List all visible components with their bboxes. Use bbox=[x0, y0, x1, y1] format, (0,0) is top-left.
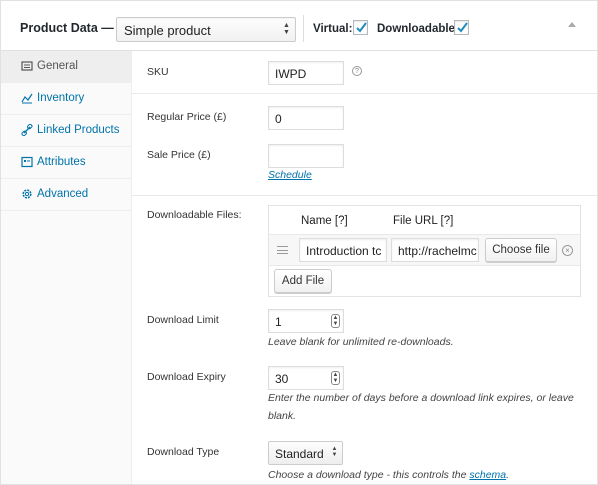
regular-price-input[interactable]: 0 bbox=[268, 106, 344, 130]
select-arrows-icon: ▲ ▼ bbox=[331, 446, 338, 458]
collapse-toggle-icon[interactable] bbox=[568, 22, 576, 27]
download-expiry-desc-line2: blank. bbox=[268, 410, 297, 422]
regular-price-value: 0 bbox=[275, 112, 282, 126]
download-type-description: Choose a download type - this controls t… bbox=[268, 466, 588, 484]
link-icon bbox=[21, 123, 33, 137]
product-data-tabs: General Inventory Linked Products Attrib… bbox=[1, 51, 132, 484]
gear-icon bbox=[21, 188, 33, 200]
checkmark-icon bbox=[457, 22, 468, 33]
download-expiry-desc-line1: Enter the number of days before a downlo… bbox=[268, 392, 574, 404]
tab-label: Linked Products bbox=[37, 124, 120, 136]
tab-inventory[interactable]: Inventory bbox=[1, 83, 131, 115]
sku-value: IWPD bbox=[275, 67, 307, 81]
col-url-header: File URL [?] bbox=[393, 215, 454, 227]
tab-label: Attributes bbox=[37, 156, 86, 168]
virtual-checkbox[interactable] bbox=[353, 20, 368, 35]
virtual-label: Virtual: bbox=[313, 23, 353, 35]
sku-label: SKU bbox=[147, 66, 169, 78]
panel-title: Product Data — bbox=[20, 21, 114, 35]
download-expiry-description: Enter the number of days before a downlo… bbox=[268, 389, 588, 425]
inventory-icon bbox=[21, 92, 33, 104]
drag-handle-icon[interactable] bbox=[277, 246, 288, 254]
stepper-icon[interactable]: ▲ ▼ bbox=[331, 371, 340, 385]
tab-label: Inventory bbox=[37, 92, 85, 104]
download-expiry-value: 30 bbox=[275, 372, 289, 386]
download-type-label: Download Type bbox=[147, 446, 220, 458]
schema-link[interactable]: schema bbox=[469, 469, 506, 481]
tab-label: Advanced bbox=[37, 188, 89, 200]
download-limit-label: Download Limit bbox=[147, 314, 219, 326]
file-name-value: Introduction tc bbox=[306, 244, 382, 258]
download-type-desc-prefix: Choose a download type - this controls t… bbox=[268, 469, 470, 481]
remove-file-icon[interactable]: × bbox=[562, 245, 573, 256]
download-limit-value: 1 bbox=[275, 315, 282, 329]
section-divider bbox=[132, 195, 597, 196]
stepper-icon[interactable]: ▲ ▼ bbox=[331, 314, 340, 328]
file-url-value: http://rachelmc bbox=[398, 244, 477, 258]
downloadable-label: Downloadable: bbox=[377, 23, 459, 35]
tab-advanced[interactable]: Advanced bbox=[1, 179, 131, 211]
select-arrows-icon: ▲ ▼ bbox=[283, 22, 290, 36]
download-file-row: Introduction tc http://rachelmc Choose f… bbox=[269, 234, 580, 266]
regular-price-label: Regular Price (£) bbox=[147, 111, 227, 123]
add-file-button[interactable]: Add File bbox=[274, 269, 332, 293]
product-type-select[interactable]: Simple product ▲ ▼ bbox=[116, 17, 296, 42]
tab-label: General bbox=[37, 60, 78, 72]
sku-help-icon[interactable]: ? bbox=[352, 66, 362, 76]
file-name-input[interactable]: Introduction tc bbox=[299, 238, 387, 262]
general-icon bbox=[21, 60, 33, 72]
downloadable-checkbox[interactable] bbox=[454, 20, 469, 35]
product-type-value: Simple product bbox=[124, 23, 211, 38]
download-type-desc-suffix: . bbox=[506, 469, 510, 481]
file-url-input[interactable]: http://rachelmc bbox=[391, 238, 479, 262]
tab-general[interactable]: General bbox=[1, 51, 131, 83]
download-expiry-input[interactable]: 30 ▲ ▼ bbox=[268, 366, 344, 390]
product-data-header: Product Data — Simple product ▲ ▼ Virtual… bbox=[1, 1, 597, 51]
checkmark-icon bbox=[356, 22, 367, 33]
sku-input[interactable]: IWPD bbox=[268, 61, 344, 85]
download-expiry-label: Download Expiry bbox=[147, 371, 226, 383]
section-divider bbox=[132, 93, 597, 94]
downloadable-files-label: Downloadable Files: bbox=[147, 209, 242, 221]
header-divider bbox=[303, 15, 304, 42]
sale-price-input[interactable] bbox=[268, 144, 344, 168]
download-limit-description: Leave blank for unlimited re-downloads. bbox=[268, 336, 454, 348]
general-panel: SKU IWPD ? Regular Price (£) 0 Sale Pric… bbox=[132, 51, 597, 484]
product-data-panel: Product Data — Simple product ▲ ▼ Virtual… bbox=[0, 0, 598, 485]
download-type-select[interactable]: Standard ▲ ▼ bbox=[268, 441, 343, 465]
download-type-value: Standard bbox=[275, 447, 324, 461]
tab-linked-products[interactable]: Linked Products bbox=[1, 115, 131, 147]
attributes-icon bbox=[21, 156, 33, 168]
downloadable-files-table: Name [?] File URL [?] Introduction tc ht… bbox=[268, 205, 581, 297]
choose-file-button[interactable]: Choose file bbox=[485, 238, 557, 262]
tab-attributes[interactable]: Attributes bbox=[1, 147, 131, 179]
sale-price-label: Sale Price (£) bbox=[147, 149, 211, 161]
schedule-link[interactable]: Schedule bbox=[268, 169, 312, 181]
col-name-header: Name [?] bbox=[301, 215, 348, 227]
download-limit-input[interactable]: 1 ▲ ▼ bbox=[268, 309, 344, 333]
